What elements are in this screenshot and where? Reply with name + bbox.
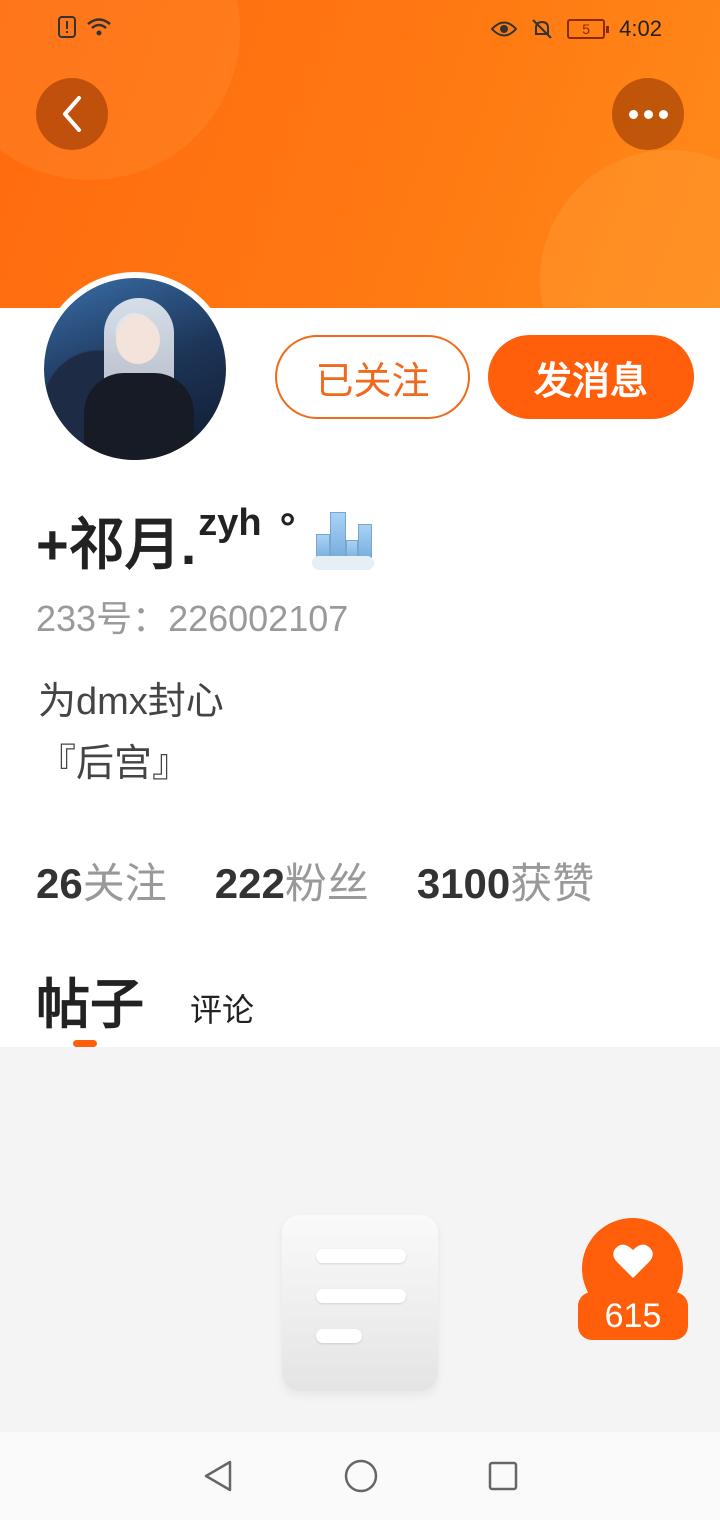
battery-icon: 5 <box>567 19 610 39</box>
more-dots-icon <box>628 109 668 119</box>
tab-posts[interactable]: 帖子 <box>36 960 144 1039</box>
status-bar: 5 4:02 <box>0 0 720 60</box>
wifi-icon <box>87 18 111 36</box>
cover-decoration <box>540 150 720 308</box>
bio-line-2: 『后宫』 <box>38 743 191 785</box>
status-time: 4:02 <box>619 16 662 41</box>
username-main: +祁月. <box>36 513 197 576</box>
username-suffix: ° <box>279 506 296 550</box>
followed-button[interactable]: 已关注 <box>275 335 470 419</box>
more-button[interactable] <box>612 78 684 150</box>
city-emoji-icon <box>308 504 376 572</box>
eye-icon <box>491 21 518 37</box>
stat-following[interactable]: 26关注 <box>36 850 167 911</box>
send-message-button[interactable]: 发消息 <box>488 335 694 419</box>
tab-indicator <box>73 1040 97 1047</box>
bio-line-1: 为dmx封心 <box>38 681 224 723</box>
system-nav-bar <box>0 1432 720 1520</box>
recents-square-icon[interactable] <box>488 1461 518 1491</box>
bell-off-icon <box>532 19 552 39</box>
username-sup: zyh <box>198 502 262 544</box>
stat-likes: 3100获赞 <box>416 860 595 907</box>
home-circle-icon[interactable] <box>344 1459 378 1493</box>
chevron-left-icon <box>63 96 81 132</box>
tab-comments[interactable]: 评论 <box>190 985 254 1039</box>
profile-stats: 26关注 222粉丝 3100获赞 <box>36 850 594 911</box>
avatar[interactable] <box>38 272 232 466</box>
heart-icon <box>612 1244 653 1278</box>
user-id: 233号：226002107 <box>36 598 349 639</box>
like-count: 615 <box>578 1292 688 1340</box>
stat-followers[interactable]: 222粉丝 <box>215 850 369 911</box>
empty-document-icon <box>282 1215 438 1391</box>
avatar-image <box>44 278 226 460</box>
back-triangle-icon[interactable] <box>202 1459 234 1493</box>
profile-tabs: 帖子 评论 <box>36 960 254 1039</box>
alert-icon <box>58 16 76 38</box>
back-button[interactable] <box>36 78 108 150</box>
username: +祁月. zyh ° <box>36 500 376 581</box>
